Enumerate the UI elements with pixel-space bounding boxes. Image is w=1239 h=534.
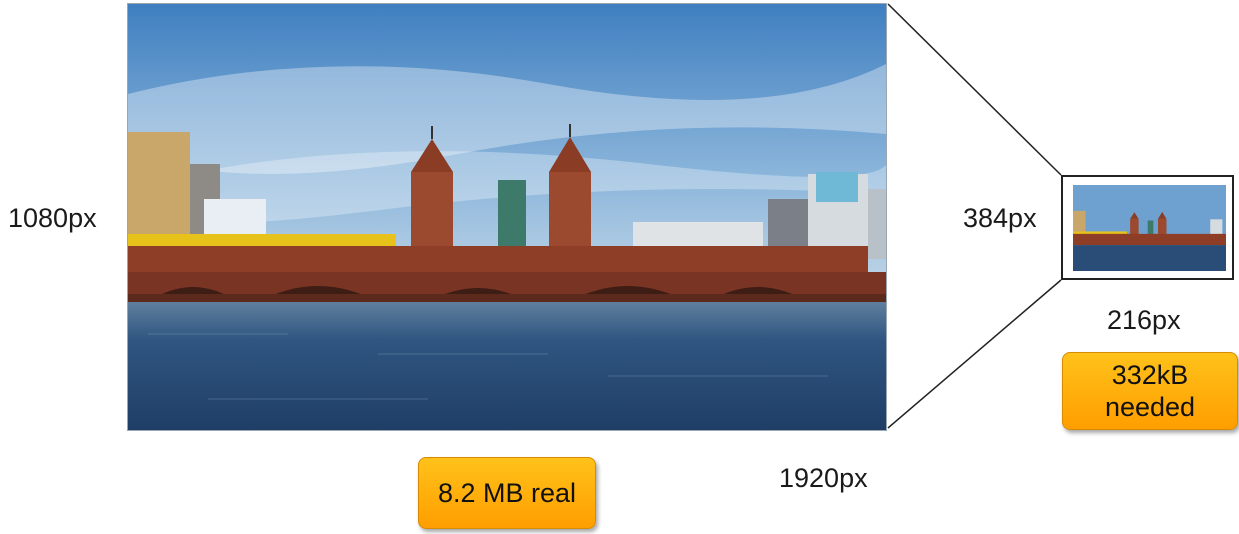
original-width-label: 1920px bbox=[779, 463, 868, 493]
thumbnail-photo bbox=[1073, 185, 1226, 271]
thumbnail-size-text: 332kB bbox=[1111, 360, 1189, 390]
thumbnail-width-label: 384px bbox=[963, 203, 1037, 233]
thumbnail-size-caption: needed bbox=[1104, 392, 1196, 422]
bridge-photo-image bbox=[128, 4, 886, 430]
thumbnail-height-label: 216px bbox=[1107, 305, 1181, 335]
original-photo bbox=[128, 4, 886, 430]
thumbnail-frame bbox=[1061, 175, 1234, 280]
thumbnail-size-badge: 332kB needed bbox=[1062, 352, 1238, 430]
original-height-label: 1080px bbox=[8, 203, 97, 233]
bridge-thumbnail-image bbox=[1073, 185, 1226, 271]
original-size-text: 8.2 MB real bbox=[437, 478, 577, 508]
original-size-badge: 8.2 MB real bbox=[418, 457, 596, 529]
